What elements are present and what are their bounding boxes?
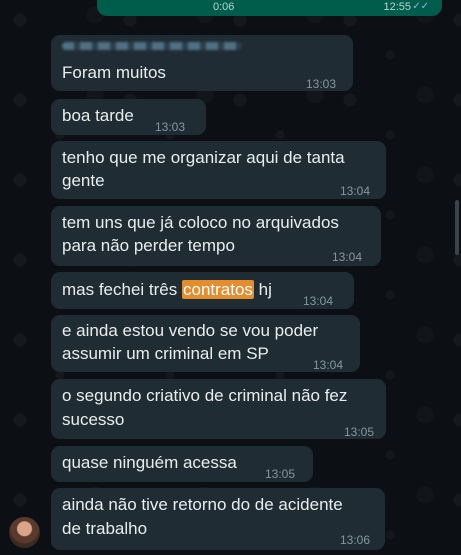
message-time: 12:55 [383,1,411,13]
message-text-before: mas fechei três [62,280,182,299]
message-time: 13:05 [344,425,375,439]
message-text: tem uns que já coloco no arquivados [62,213,339,232]
double-check-icon: ✓✓ [412,1,429,12]
message-time: 13:03 [155,120,186,134]
message-bubble[interactable]: Foram muitos 13:03 [51,35,353,91]
message-bubble[interactable]: tem uns que já coloco no arquivados para… [51,206,381,266]
search-highlight: contratos [182,280,254,299]
message-text: Foram muitos [62,63,166,82]
message-bubble[interactable]: e ainda estou vendo se vou poder assumir… [51,315,360,372]
message-text: boa tarde [62,106,134,125]
sender-name-redacted [62,42,242,50]
sent-voice-message-stub[interactable]: 0:06 12:55 ✓✓ [97,0,442,16]
message-text-line-2: assumir um criminal em SP [62,344,269,363]
message-bubble[interactable]: boa tarde 13:03 [51,99,206,135]
voice-duration: 0:06 [213,1,235,13]
message-text: quase ninguém acessa [62,453,237,472]
message-bubble[interactable]: o segundo criativo de criminal não fez s… [51,379,386,439]
message-text: e ainda estou vendo se vou poder [62,321,319,340]
message-text-line-2: de trabalho [62,519,148,538]
message-text-line-2: para não perder tempo [62,236,235,255]
message-time: 13:06 [340,533,371,547]
message-bubble[interactable]: mas fechei três contratos hj 13:04 [51,272,354,309]
message-text-line-2: gente [62,171,105,190]
message-bubble[interactable]: quase ninguém acessa 13:05 [51,446,313,482]
avatar[interactable] [9,517,40,548]
message-bubble[interactable]: ainda não tive retorno do de acidente de… [51,488,385,550]
message-time: 13:04 [313,358,344,372]
message-text-line-2: sucesso [62,410,125,429]
message-text: o segundo criativo de criminal não fez [62,386,348,405]
message-time: 13:04 [340,184,371,198]
message-time: 13:03 [306,77,337,91]
message-text-after: hj [253,280,272,299]
message-time: 13:04 [303,294,334,308]
message-time: 13:05 [265,467,296,481]
scrollbar[interactable] [455,200,459,255]
message-text: tenho que me organizar aqui de tanta [62,148,345,167]
message-text: ainda não tive retorno do de acidente [62,495,343,514]
message-bubble[interactable]: tenho que me organizar aqui de tanta gen… [51,141,386,199]
message-time: 13:04 [332,250,363,264]
message-text: mas fechei três contratos hj [62,279,272,301]
